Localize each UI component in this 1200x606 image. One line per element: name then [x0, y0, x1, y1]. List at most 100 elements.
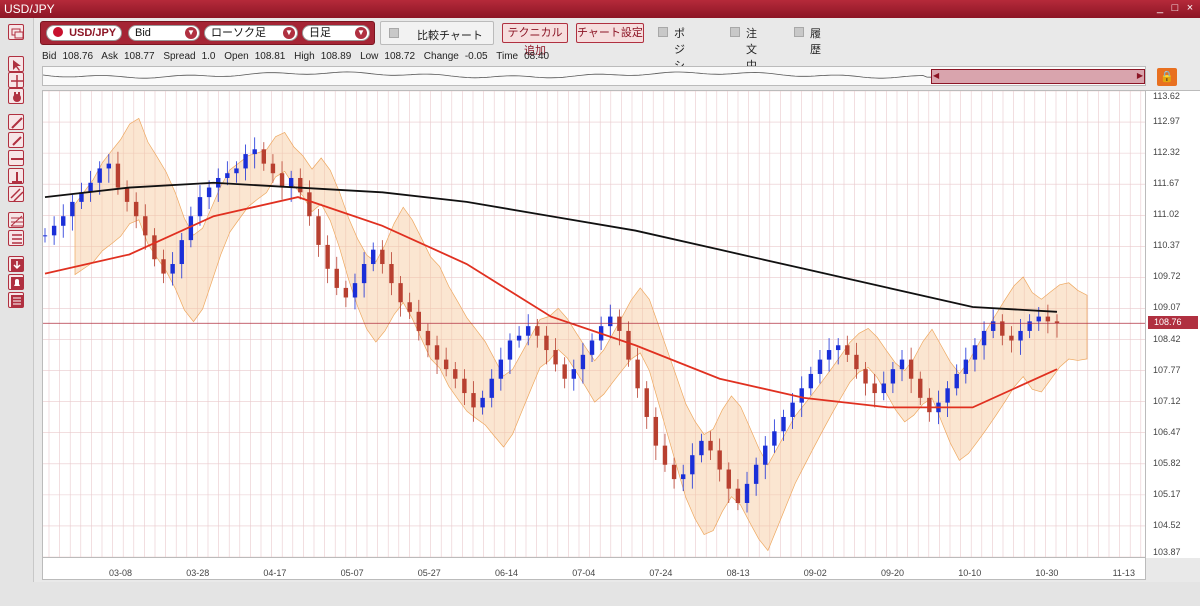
y-tick-label: 113.62	[1153, 91, 1180, 101]
candle	[781, 416, 786, 432]
y-tick-label: 105.82	[1153, 457, 1181, 468]
chart-settings-button[interactable]: チャート設定	[576, 23, 644, 43]
y-tick-label: 107.77	[1153, 364, 1181, 375]
candle	[990, 321, 996, 331]
y-tick-label: 110.37	[1153, 240, 1180, 251]
price-type-select[interactable]: Bid ▼	[128, 25, 200, 41]
chart-navigator[interactable]: ◀ ▶	[42, 66, 1146, 86]
y-tick-label: 106.47	[1153, 426, 1181, 437]
candle	[899, 359, 905, 370]
calculator-icon[interactable]	[8, 292, 24, 308]
y-tick-label: 112.97	[1153, 116, 1180, 127]
candle	[927, 397, 932, 413]
candle	[690, 455, 695, 475]
lock-scroll-icon[interactable]: 🔒	[1157, 68, 1177, 86]
drawing-toolbar	[0, 18, 34, 606]
candle	[434, 345, 440, 360]
bell-icon[interactable]	[8, 274, 24, 290]
candle	[799, 388, 804, 403]
text-icon[interactable]	[8, 230, 24, 246]
candle	[298, 177, 303, 193]
candle	[61, 216, 66, 226]
candle	[571, 369, 576, 379]
navigator-window[interactable]: ◀ ▶	[931, 69, 1145, 84]
horizontal-line-icon[interactable]	[8, 150, 24, 166]
candle	[680, 474, 686, 480]
trendline-icon[interactable]	[8, 114, 24, 130]
candle	[544, 335, 549, 351]
candle	[963, 359, 969, 374]
add-technical-button[interactable]: テクニカル追加	[502, 23, 568, 57]
candle	[608, 316, 613, 327]
candle	[699, 440, 704, 456]
price-chart[interactable]	[42, 90, 1146, 558]
candle	[662, 445, 668, 465]
candle	[197, 197, 203, 217]
compare-chart-toggle[interactable]: 比較チャート	[380, 21, 494, 45]
history-checkbox[interactable]	[794, 27, 804, 37]
candle	[307, 192, 312, 217]
candle	[845, 345, 850, 355]
candle	[243, 154, 248, 169]
position-checkbox[interactable]	[658, 27, 668, 37]
y-tick-label: 103.87	[1153, 547, 1181, 557]
maximize-button[interactable]: □	[1169, 2, 1181, 14]
line-icon[interactable]	[8, 132, 24, 148]
crosshair-icon[interactable]	[8, 72, 24, 88]
minimize-button[interactable]: _	[1154, 2, 1166, 14]
candle	[617, 316, 622, 331]
x-tick-label: 07-24	[649, 568, 673, 578]
compare-checkbox[interactable]	[389, 28, 399, 38]
candle	[835, 345, 841, 351]
down-arrow-icon[interactable]	[8, 256, 24, 272]
ask-label: Ask	[101, 51, 118, 62]
symbol-selector[interactable]: USD/JPY	[46, 25, 122, 41]
candle	[1045, 316, 1051, 322]
fibonacci-icon[interactable]	[8, 212, 24, 228]
x-tick-label: 07-04	[572, 568, 596, 578]
candle	[398, 283, 403, 303]
high-value: 108.89	[320, 51, 352, 62]
candle	[744, 483, 750, 503]
candle	[416, 311, 422, 331]
navigator-right-arrow-icon[interactable]: ▶	[1137, 71, 1143, 80]
cursor-icon[interactable]	[8, 56, 24, 72]
x-tick-label: 10-30	[1035, 568, 1059, 578]
current-price-label: 108.76	[1148, 316, 1198, 330]
candle	[206, 187, 212, 198]
spread-value: 1.0	[201, 51, 216, 62]
period-select[interactable]: 日足 ▼	[302, 25, 370, 41]
vertical-line-icon[interactable]	[8, 168, 24, 184]
candle	[234, 168, 239, 174]
hand-icon[interactable]	[8, 88, 24, 104]
orders-checkbox[interactable]	[730, 27, 740, 37]
chevron-down-icon: ▼	[355, 27, 367, 39]
low-value: 108.72	[384, 51, 416, 62]
time-axis: 03-08 03-28 04-17 05-07 05-27 06-14 07-04 07-24…	[42, 558, 1146, 580]
candle	[535, 326, 540, 336]
candle	[352, 283, 358, 298]
ask-value: 108.77	[123, 51, 155, 62]
window-arrange-icon[interactable]	[8, 24, 24, 40]
navigator-left-arrow-icon[interactable]: ◀	[933, 71, 939, 80]
candle	[863, 369, 868, 384]
x-tick-label: 09-20	[881, 568, 905, 578]
candle	[872, 383, 877, 394]
candle	[562, 364, 567, 379]
close-button[interactable]: ×	[1184, 2, 1196, 14]
y-tick-label: 112.32	[1153, 147, 1180, 158]
chart-type-select[interactable]: ローソク足 ▼	[204, 25, 298, 41]
time-label: Time	[496, 51, 519, 62]
change-label: Change	[423, 51, 459, 62]
symbol-label: USD/JPY	[69, 27, 117, 39]
chart-type-value: ローソク足	[211, 27, 266, 39]
x-tick-label: 06-14	[495, 568, 519, 578]
candle	[462, 378, 467, 394]
candle	[507, 340, 513, 360]
candle	[480, 397, 485, 408]
candle	[826, 350, 832, 360]
x-tick-label: 08-13	[726, 568, 750, 578]
channel-icon[interactable]	[8, 186, 24, 202]
candle	[972, 345, 978, 360]
candle	[425, 330, 431, 346]
